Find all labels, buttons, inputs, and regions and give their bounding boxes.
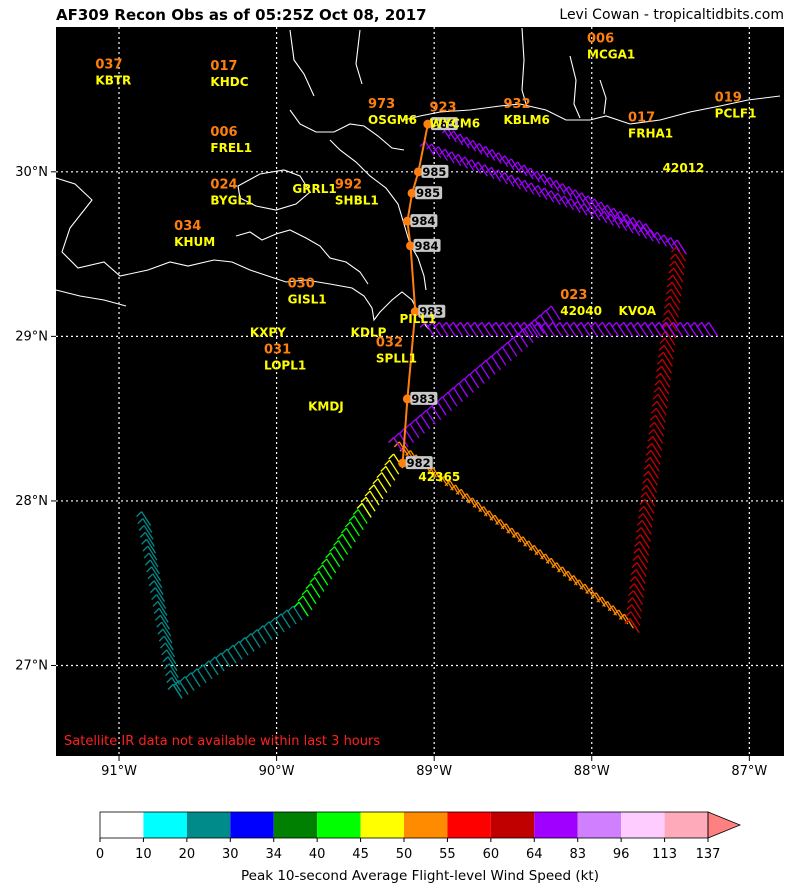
station-id: BYGL1 <box>210 194 253 208</box>
station-id: FRHA1 <box>628 126 673 140</box>
colorbar-tick-label: 10 <box>135 847 152 862</box>
colorbar-tick-label: 20 <box>179 847 196 862</box>
station-id: KBLM6 <box>504 113 550 127</box>
colorbar-segment <box>273 812 318 838</box>
lon-tick-label: 87°W <box>731 764 767 779</box>
colorbar-tick-label: 60 <box>483 847 500 862</box>
station-value: 006 <box>587 31 614 46</box>
pressure-label: 984 <box>411 214 435 228</box>
colorbar-segment <box>360 812 404 838</box>
station-value: 034 <box>174 219 201 234</box>
station-value: 017 <box>628 110 655 125</box>
colorbar-segment <box>534 812 578 838</box>
station-value: 932 <box>504 97 531 112</box>
colorbar-segment <box>100 812 144 838</box>
satellite-note: Satellite IR data not available within l… <box>64 734 380 749</box>
lon-tick-label: 90°W <box>259 764 295 779</box>
station-id: SHBL1 <box>335 194 379 208</box>
station-value: 023 <box>560 288 587 303</box>
station-id: LOPL1 <box>264 358 306 372</box>
station-id: OSGM6 <box>368 113 417 127</box>
station-id: PILL1 <box>400 312 437 326</box>
station-value: 030 <box>288 276 315 291</box>
colorbar-tick-label: 113 <box>652 847 677 862</box>
colorbar-tick-label: 55 <box>439 847 456 862</box>
station-id: WYCM6 <box>429 116 480 130</box>
station-id: KMDJ <box>308 399 344 413</box>
station-id: SPLL1 <box>376 352 417 366</box>
station-id: 42012 <box>663 161 705 175</box>
lon-tick-label: 89°W <box>416 764 452 779</box>
pressure-label: 984 <box>415 239 439 253</box>
colorbar-segment <box>490 812 535 838</box>
colorbar-tick-label: 0 <box>96 847 104 862</box>
colorbar-title: Peak 10-second Average Flight-level Wind… <box>241 868 599 884</box>
station-id: FREL1 <box>210 141 252 155</box>
lat-tick-label: 28°N <box>15 494 48 509</box>
station-id: GISL1 <box>288 292 327 306</box>
colorbar-tick-label: 34 <box>265 847 282 862</box>
station-value: 992 <box>335 178 362 193</box>
station-id: 42365 <box>418 470 460 484</box>
colorbar-segment <box>404 812 448 838</box>
station-id: KHDC <box>210 75 248 89</box>
station-id: GRRL1 <box>292 182 336 196</box>
lat-tick-label: 27°N <box>15 658 48 673</box>
colorbar-segment <box>664 812 708 838</box>
station-value: 024 <box>210 178 237 193</box>
pressure-label: 983 <box>411 392 435 406</box>
station-value: 923 <box>429 100 456 115</box>
station-id: 42040 <box>560 304 602 318</box>
lon-tick-label: 88°W <box>574 764 610 779</box>
station-value: 032 <box>376 336 403 351</box>
station-id: PCLF1 <box>715 107 757 121</box>
colorbar-tick-label: 96 <box>613 847 630 862</box>
station-value: 006 <box>210 125 237 140</box>
colorbar-segment <box>577 812 622 838</box>
station-id: MCGA1 <box>587 47 635 61</box>
colorbar-segment <box>447 812 491 838</box>
lat-tick-label: 29°N <box>15 329 48 344</box>
colorbar: 0 10 20 30 34 40 45 50 55 60 64 83 96 113 137 <box>96 811 742 862</box>
station-value: 017 <box>210 59 237 74</box>
colorbar-tick-label: 50 <box>396 847 413 862</box>
lon-tick-label: 91°W <box>101 764 137 779</box>
colorbar-tick-label: 30 <box>222 847 239 862</box>
station-value: 037 <box>95 58 122 73</box>
colorbar-segment <box>230 812 274 838</box>
colorbar-segment <box>186 812 231 838</box>
station-value: 031 <box>264 342 291 357</box>
recon-map: 985985985984984983983982 037KBTR017KHDC0… <box>15 27 784 884</box>
lat-tick-label: 30°N <box>15 165 48 180</box>
colorbar-tick-label: 83 <box>569 847 586 862</box>
station-value: 019 <box>715 91 742 106</box>
colorbar-segment <box>317 812 361 838</box>
pressure-label: 985 <box>416 186 440 200</box>
colorbar-segment <box>143 812 187 838</box>
pressure-label: 982 <box>407 456 431 470</box>
colorbar-tick-label: 64 <box>526 847 543 862</box>
colorbar-extend-arrow <box>707 811 742 839</box>
colorbar-tick-label: 45 <box>352 847 369 862</box>
colorbar-tick-label: 137 <box>696 847 721 862</box>
pressure-label: 985 <box>422 165 446 179</box>
station-id: KXPY <box>250 325 286 339</box>
colorbar-segment <box>621 812 665 838</box>
station-id: KVOA <box>619 304 657 318</box>
station-id: KBTR <box>95 74 131 88</box>
colorbar-tick-label: 40 <box>309 847 326 862</box>
station-value: 973 <box>368 97 395 112</box>
station-id: KHUM <box>174 235 215 249</box>
